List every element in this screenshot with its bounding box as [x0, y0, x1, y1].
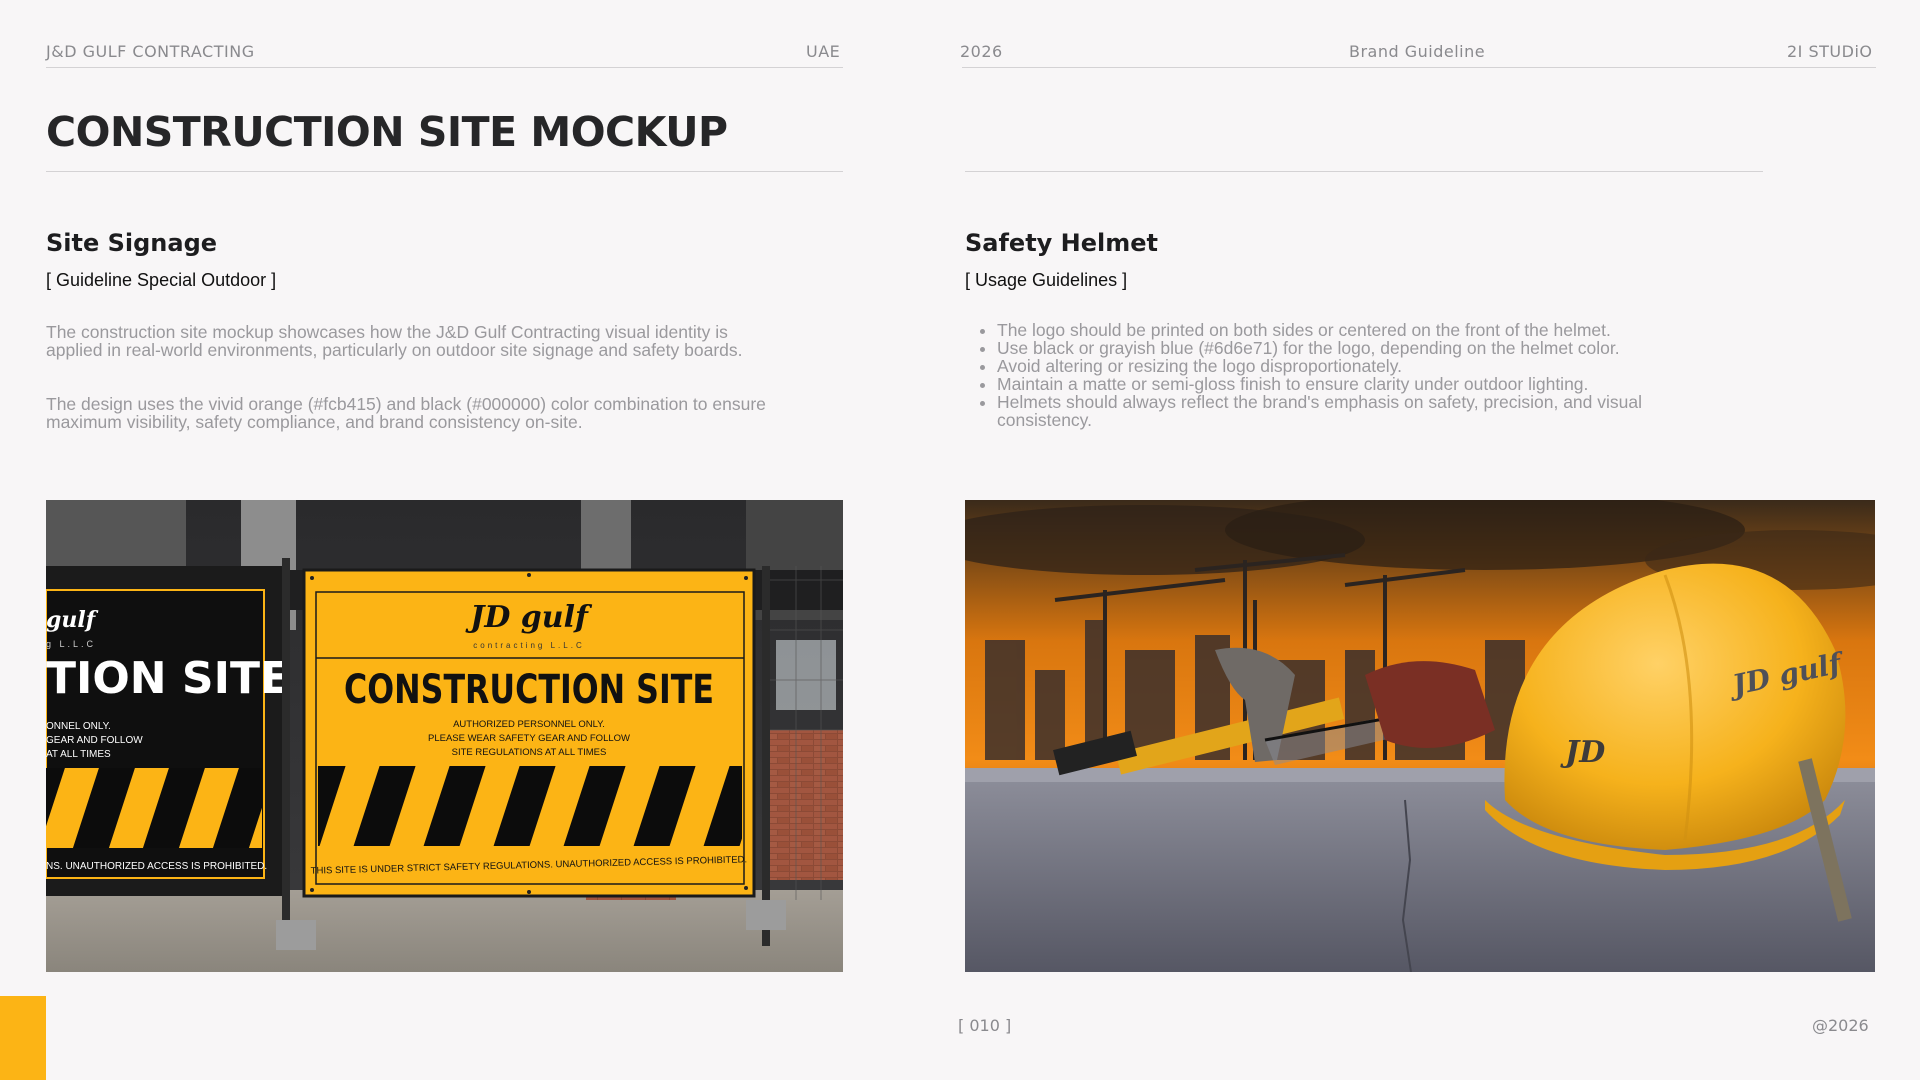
sign-headline: CONSTRUCTION SITE [344, 667, 714, 713]
helmet-guideline-item: The logo should be printed on both sides… [997, 321, 1695, 339]
safety-helmet-heading: Safety Helmet [965, 229, 1159, 257]
left-sign-line: GEAR AND FOLLOW [46, 735, 143, 746]
helmet-guideline-item: Helmets should always reflect the brand'… [997, 393, 1695, 429]
brand-color-block [0, 996, 46, 1080]
title-rule-left [46, 171, 843, 172]
site-signage-photo: gulf g L.L.C TION SITE ONNEL ONLY. GEAR … [46, 500, 843, 972]
footer-copyright: @2026 [1812, 1016, 1869, 1035]
left-sign-line: AT ALL TIMES [46, 749, 111, 760]
header-year: 2026 [960, 42, 1003, 61]
header-company: J&D GULF CONTRACTING [46, 42, 255, 61]
left-sign-bottom: NS. UNAUTHORIZED ACCESS IS PROHIBITED. [46, 861, 267, 872]
sign-line: AUTHORIZED PERSONNEL ONLY. [453, 719, 605, 730]
left-sign-headline: TION SITE [46, 653, 290, 704]
safety-helmet-photo: JD JD gulf [965, 500, 1875, 972]
header-rule-right [962, 67, 1876, 68]
title-rule-right [965, 171, 1763, 172]
site-signage-paragraph-2: The design uses the vivid orange (#fcb41… [46, 394, 766, 432]
helmet-guideline-item: Use black or grayish blue (#6d6e71) for … [997, 339, 1695, 357]
sign-logo-sub: contracting L.L.C [473, 641, 584, 650]
header-studio: 2I STUDiO [1787, 42, 1873, 61]
site-signage-tag: [ Guideline Special Outdoor ] [46, 270, 277, 290]
sign-logo: JD gulf [465, 600, 593, 635]
svg-text:gulf: gulf [46, 607, 99, 633]
sign-line: PLEASE WEAR SAFETY GEAR AND FOLLOW [428, 733, 630, 744]
helmet-guideline-item: Avoid altering or resizing the logo disp… [997, 357, 1695, 375]
safety-helmet-tag: [ Usage Guidelines ] [965, 270, 1128, 290]
header-doc-type: Brand Guideline [1349, 42, 1486, 61]
left-sign-line: ONNEL ONLY. [46, 721, 111, 732]
page-number: [ 010 ] [958, 1016, 1012, 1035]
sign-line: SITE REGULATIONS AT ALL TIMES [452, 747, 607, 758]
site-signage-paragraph-1: The construction site mockup showcases h… [46, 322, 743, 360]
site-signage-heading: Site Signage [46, 229, 218, 257]
header-country: UAE [806, 42, 841, 61]
helmet-guidelines-list: The logo should be printed on both sides… [965, 321, 1695, 429]
helmet-front-logo: JD [1560, 735, 1605, 770]
header-rule-left [46, 67, 843, 68]
left-sign-logo-sub: g L.L.C [46, 639, 96, 649]
page-title: CONSTRUCTION SITE MOCKUP [46, 108, 728, 156]
helmet-guideline-item: Maintain a matte or semi-gloss finish to… [997, 375, 1695, 393]
